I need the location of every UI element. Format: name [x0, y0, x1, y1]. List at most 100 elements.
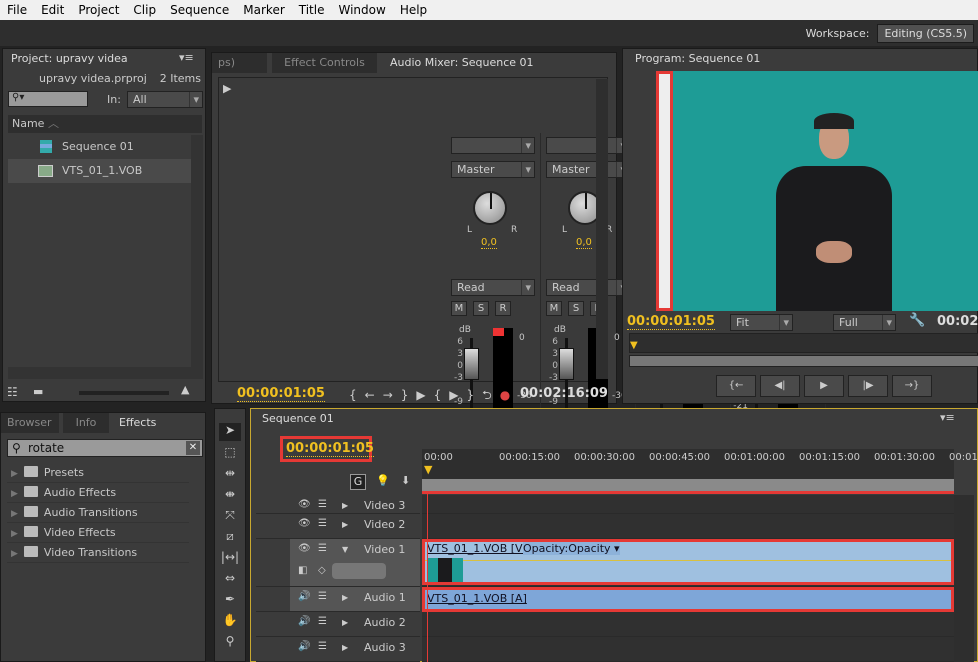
menu-clip[interactable]: Clip — [126, 3, 163, 17]
marker-icon[interactable]: 💡 — [376, 474, 390, 487]
rolling-edit-tool-icon[interactable]: ⇼ — [219, 487, 241, 505]
tab-effects[interactable]: Effects — [113, 413, 171, 433]
audio-clip[interactable]: VTS_01_1.VOB [A] — [422, 587, 954, 612]
go-to-out-icon[interactable]: →} — [383, 388, 417, 402]
program-zoom-bar[interactable] — [629, 355, 978, 367]
snap-icon[interactable]: G — [350, 474, 366, 490]
menu-help[interactable]: Help — [393, 3, 434, 17]
go-to-in-button[interactable]: {← — [716, 375, 756, 397]
expand-icon[interactable]: ▶ — [223, 82, 231, 95]
panel-menu-icon[interactable]: ▾≡ — [179, 51, 194, 64]
program-time-ruler[interactable]: ▼ — [629, 333, 978, 353]
project-search-input[interactable]: ⚲▾ — [8, 91, 88, 107]
expand-icon[interactable]: ▶ — [342, 643, 358, 657]
quality-select[interactable]: Full — [833, 314, 896, 331]
fit-select[interactable]: Fit — [730, 314, 793, 331]
lock-toggle-icon[interactable]: ☰ — [318, 543, 334, 557]
timeline-zoom-bar[interactable] — [422, 479, 954, 491]
step-forward-button[interactable]: |▶ — [848, 375, 888, 397]
video-clip[interactable]: VTS_01_1.VOB [V] Opacity:Opacity ▾ — [422, 539, 954, 585]
effects-folder[interactable]: ▶ Video Transitions — [7, 543, 189, 563]
icon-view-icon[interactable]: ▬ — [33, 385, 43, 398]
expand-icon[interactable]: ▶ — [11, 549, 18, 559]
timeline-scrollbar-v[interactable] — [954, 495, 974, 662]
effects-folder[interactable]: ▶ Audio Transitions — [7, 503, 189, 523]
hand-tool-icon[interactable]: ✋ — [219, 613, 241, 631]
track-header[interactable]: 👁 ☰ ▶ Video 2 — [256, 514, 420, 539]
menu-edit[interactable]: Edit — [34, 3, 71, 17]
lock-toggle-icon[interactable]: ☰ — [318, 591, 334, 605]
menu-sequence[interactable]: Sequence — [163, 3, 236, 17]
go-to-in-icon[interactable]: {← — [349, 388, 383, 402]
expand-icon[interactable]: ▶ — [342, 593, 358, 607]
panel-menu-icon[interactable]: ▾≡ — [940, 411, 955, 424]
eye-icon[interactable]: 👁 — [298, 518, 314, 532]
timeline-timecode-box[interactable]: 00:00:01:05 — [280, 436, 374, 462]
track-header[interactable]: 👁 ☰ ▼ Video 1 ◧ ◇ — [256, 539, 420, 587]
pan-value[interactable]: 0,0 — [576, 237, 592, 249]
menu-title[interactable]: Title — [292, 3, 332, 17]
timeline-ruler[interactable]: 00:00 00:00:15:00 00:00:30:00 00:00:45:00 00… — [422, 449, 978, 494]
tab-audio-mixer[interactable]: Audio Mixer: Sequence 01 — [384, 53, 549, 73]
record-icon[interactable]: ● — [500, 388, 518, 402]
ripple-edit-tool-icon[interactable]: ⇹ — [219, 466, 241, 484]
expand-icon[interactable]: ▶ — [11, 509, 18, 519]
opacity-line[interactable] — [425, 560, 951, 561]
input-select[interactable] — [451, 137, 535, 154]
volume-fader[interactable] — [559, 348, 574, 380]
name-column-header[interactable]: Name ︿ — [8, 115, 202, 133]
display-style-icon[interactable]: ◧ — [298, 565, 314, 579]
tab-ps[interactable]: ps) — [212, 53, 267, 73]
eye-icon[interactable]: 👁 — [298, 543, 314, 557]
opacity-dropdown[interactable]: Opacity:Opacity ▾ — [523, 542, 620, 555]
tab-program[interactable]: Program: Sequence 01 — [629, 49, 777, 69]
speaker-icon[interactable]: 🔊 — [298, 616, 314, 630]
effects-folder[interactable]: ▶ Audio Effects — [7, 483, 189, 503]
track-select-tool-icon[interactable]: ⬚ — [219, 445, 241, 463]
expand-icon[interactable]: ▶ — [342, 501, 358, 515]
tab-info[interactable]: Info — [63, 413, 109, 433]
eye-icon[interactable]: 👁 — [298, 499, 314, 513]
expand-icon[interactable]: ▶ — [11, 529, 18, 539]
loop-icon[interactable]: ⮌ — [482, 388, 500, 402]
zoom-tool-icon[interactable]: ⚲ — [219, 634, 241, 652]
expand-icon[interactable]: ▶ — [11, 469, 18, 479]
collapse-icon[interactable]: ▼ — [342, 545, 358, 559]
output-select[interactable]: Master — [546, 161, 630, 178]
pen-tool-icon[interactable]: ✒ — [219, 592, 241, 610]
input-select[interactable] — [546, 137, 630, 154]
selection-tool-icon[interactable]: ➤ — [219, 423, 241, 441]
solo-button[interactable]: S — [473, 301, 489, 316]
lock-toggle-icon[interactable]: ☰ — [318, 616, 334, 630]
lock-toggle-icon[interactable]: ☰ — [318, 641, 334, 655]
menu-project[interactable]: Project — [71, 3, 126, 17]
play-in-out-icon[interactable]: {▶} — [434, 388, 483, 402]
solo-button[interactable]: S — [568, 301, 584, 316]
speaker-icon[interactable]: 🔊 — [298, 641, 314, 655]
zoom-in-icon[interactable]: ▲ — [181, 383, 189, 396]
list-view-icon[interactable]: ☷ — [7, 385, 18, 399]
speaker-icon[interactable]: 🔊 — [298, 591, 314, 605]
playhead-icon[interactable]: ▼ — [630, 340, 638, 351]
expand-icon[interactable]: ▶ — [11, 489, 18, 499]
project-scrollbar-v[interactable] — [191, 135, 203, 367]
tab-project[interactable]: Project: upravy videa — [5, 49, 140, 69]
workspace-select[interactable]: Editing (CS5.5) — [877, 23, 974, 43]
menu-marker[interactable]: Marker — [236, 3, 291, 17]
rate-stretch-tool-icon[interactable]: ⤧ — [219, 508, 241, 526]
in-select[interactable]: All — [127, 91, 203, 108]
effects-folder[interactable]: ▶ Video Effects — [7, 523, 189, 543]
pan-value[interactable]: 0,0 — [481, 237, 497, 249]
mute-button[interactable]: M — [451, 301, 467, 316]
zoom-slider[interactable] — [79, 391, 169, 395]
play-icon[interactable]: ▶ — [416, 388, 433, 402]
clear-search-icon[interactable]: ✕ — [186, 441, 200, 455]
mixer-current-timecode[interactable]: 00:00:01:05 — [237, 386, 325, 402]
track-header[interactable]: 🔊 ☰ ▶ Audio 3 — [256, 637, 420, 662]
lock-toggle-icon[interactable]: ☰ — [318, 499, 334, 513]
expand-icon[interactable]: ▶ — [342, 618, 358, 632]
slip-tool-icon[interactable]: |↔| — [219, 550, 241, 568]
wrench-icon[interactable]: 🔧 — [909, 313, 925, 328]
razor-tool-icon[interactable]: ⧄ — [219, 529, 241, 547]
add-marker-icon[interactable]: ⬇ — [401, 474, 410, 487]
